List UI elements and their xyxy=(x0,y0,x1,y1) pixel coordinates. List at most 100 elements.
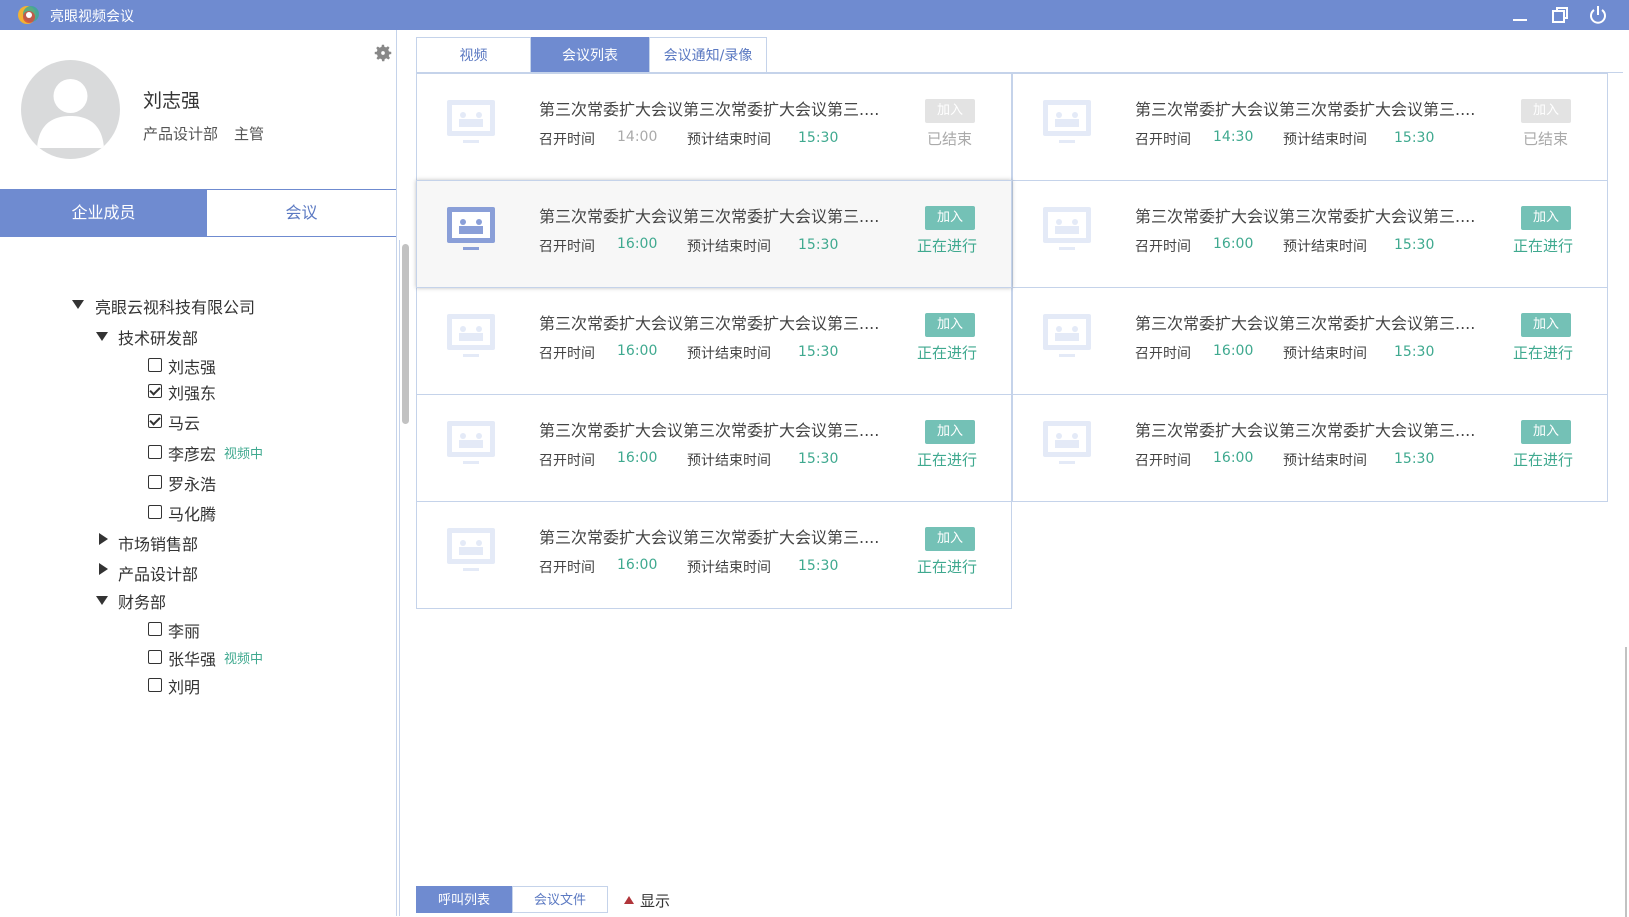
tree-member[interactable]: 李丽 xyxy=(168,618,200,642)
member-checkbox[interactable] xyxy=(148,622,162,636)
end-time-label: 预计结束时间 xyxy=(1283,132,1367,148)
expand-arrow-icon[interactable] xyxy=(99,563,108,575)
end-time: 15:30 xyxy=(1394,451,1435,467)
tree-dept[interactable]: 财务部 xyxy=(118,589,166,613)
start-time: 16:00 xyxy=(617,557,658,573)
app-title: 亮眼视频会议 xyxy=(50,9,134,25)
meeting-title: 第三次常委扩大会议第三次常委扩大会议第三.... xyxy=(539,207,880,226)
member-checkbox[interactable] xyxy=(148,678,162,692)
end-time-label: 预计结束时间 xyxy=(1283,239,1367,255)
member-checkbox[interactable] xyxy=(148,384,162,398)
tree-member[interactable]: 刘志强 xyxy=(168,354,216,378)
join-button[interactable]: 加入 xyxy=(1521,420,1571,444)
tree-member[interactable]: 张华强 xyxy=(168,646,216,670)
start-time: 14:30 xyxy=(1213,129,1254,145)
user-avatar-icon[interactable] xyxy=(21,60,120,159)
meeting-status: 已结束 xyxy=(927,130,973,148)
meeting-title: 第三次常委扩大会议第三次常委扩大会议第三.... xyxy=(1135,207,1476,226)
tab-call-list[interactable]: 呼叫列表 xyxy=(416,886,512,913)
tree-company[interactable]: 亮眼云视科技有限公司 xyxy=(95,294,255,318)
org-tree: 亮眼云视科技有限公司 技术研发部 刘志强 刘强东 马云 李彦宏 视频中 罗永浩 … xyxy=(0,237,397,916)
tab-meetings[interactable]: 会议 xyxy=(207,190,396,236)
tree-member[interactable]: 刘明 xyxy=(168,674,200,698)
join-button[interactable]: 加入 xyxy=(925,420,975,444)
tree-member[interactable]: 李彦宏 xyxy=(168,441,216,465)
join-button[interactable]: 加入 xyxy=(925,527,975,551)
join-button[interactable]: 加入 xyxy=(925,206,975,230)
scrollbar-thumb[interactable] xyxy=(1625,647,1627,917)
end-time: 15:30 xyxy=(798,558,839,574)
member-checkbox[interactable] xyxy=(148,650,162,664)
start-time-label: 召开时间 xyxy=(539,239,595,255)
tree-scrollbar[interactable] xyxy=(399,240,411,916)
end-time-label: 预计结束时间 xyxy=(687,239,771,255)
tab-meeting-list[interactable]: 会议列表 xyxy=(531,37,649,73)
join-button[interactable]: 加入 xyxy=(1521,206,1571,230)
expand-arrow-icon[interactable] xyxy=(99,533,108,545)
start-time-label: 召开时间 xyxy=(1135,239,1191,255)
tree-dept[interactable]: 产品设计部 xyxy=(118,561,198,585)
meeting-title: 第三次常委扩大会议第三次常委扩大会议第三.... xyxy=(539,314,880,333)
meeting-card[interactable]: 第三次常委扩大会议第三次常委扩大会议第三.... 召开时间 14:30 预计结束… xyxy=(1012,73,1608,181)
restore-icon[interactable] xyxy=(1550,5,1570,25)
meeting-title: 第三次常委扩大会议第三次常委扩大会议第三.... xyxy=(1135,421,1476,440)
meeting-card[interactable]: 第三次常委扩大会议第三次常委扩大会议第三.... 召开时间 16:00 预计结束… xyxy=(416,501,1012,609)
meeting-status: 已结束 xyxy=(1523,130,1569,148)
tree-member[interactable]: 罗永浩 xyxy=(168,471,216,495)
join-button[interactable]: 加入 xyxy=(925,99,975,123)
member-checkbox[interactable] xyxy=(148,414,162,428)
member-checkbox[interactable] xyxy=(148,475,162,489)
in-video-badge: 视频中 xyxy=(224,652,264,667)
triangle-up-icon xyxy=(624,896,634,904)
tree-dept[interactable]: 技术研发部 xyxy=(118,325,198,349)
tree-member[interactable]: 马化腾 xyxy=(168,501,216,525)
meeting-card[interactable]: 第三次常委扩大会议第三次常委扩大会议第三.... 召开时间 16:00 预计结束… xyxy=(1012,180,1608,288)
meeting-card[interactable]: 第三次常委扩大会议第三次常委扩大会议第三.... 召开时间 14:00 预计结束… xyxy=(416,73,1012,181)
tree-member[interactable]: 马云 xyxy=(168,410,200,434)
meeting-title: 第三次常委扩大会议第三次常委扩大会议第三.... xyxy=(1135,100,1476,119)
show-toggle-label: 显示 xyxy=(640,892,671,910)
tree-dept[interactable]: 市场销售部 xyxy=(118,531,198,555)
collapse-arrow-icon[interactable] xyxy=(96,596,108,605)
join-button[interactable]: 加入 xyxy=(1521,99,1571,123)
member-checkbox[interactable] xyxy=(148,505,162,519)
monitor-meeting-icon xyxy=(1043,314,1091,357)
gear-icon[interactable] xyxy=(372,42,394,64)
meeting-card[interactable]: 第三次常委扩大会议第三次常委扩大会议第三.... 召开时间 16:00 预计结束… xyxy=(416,287,1012,395)
meeting-status: 正在进行 xyxy=(1513,451,1574,469)
meeting-list-scrollbar[interactable] xyxy=(1623,73,1629,917)
collapse-arrow-icon[interactable] xyxy=(72,300,84,309)
monitor-meeting-icon xyxy=(447,207,495,250)
tab-video[interactable]: 视频 xyxy=(416,37,531,73)
end-time-label: 预计结束时间 xyxy=(687,132,771,148)
member-checkbox[interactable] xyxy=(148,358,162,372)
join-button[interactable]: 加入 xyxy=(925,313,975,337)
monitor-meeting-icon xyxy=(1043,100,1091,143)
start-time-label: 召开时间 xyxy=(539,560,595,576)
monitor-meeting-icon xyxy=(447,528,495,571)
join-button[interactable]: 加入 xyxy=(1521,313,1571,337)
end-time: 15:30 xyxy=(1394,237,1435,253)
user-role: 主管 xyxy=(234,125,265,143)
meeting-card[interactable]: 第三次常委扩大会议第三次常委扩大会议第三.... 召开时间 16:00 预计结束… xyxy=(416,180,1012,288)
collapse-arrow-icon[interactable] xyxy=(96,332,108,341)
start-time-label: 召开时间 xyxy=(539,346,595,362)
end-time: 15:30 xyxy=(798,344,839,360)
scrollbar-thumb[interactable] xyxy=(402,244,409,424)
power-icon[interactable] xyxy=(1588,5,1608,25)
meeting-card[interactable]: 第三次常委扩大会议第三次常委扩大会议第三.... 召开时间 16:00 预计结束… xyxy=(416,394,1012,502)
start-time: 16:00 xyxy=(1213,236,1254,252)
tab-meeting-files[interactable]: 会议文件 xyxy=(512,886,608,913)
meeting-card[interactable]: 第三次常委扩大会议第三次常委扩大会议第三.... 召开时间 16:00 预计结束… xyxy=(1012,394,1608,502)
monitor-meeting-icon xyxy=(447,100,495,143)
tab-members[interactable]: 企业成员 xyxy=(0,190,207,236)
member-checkbox[interactable] xyxy=(148,445,162,459)
in-video-badge: 视频中 xyxy=(224,447,264,462)
minimize-icon[interactable] xyxy=(1510,5,1530,25)
meeting-card[interactable]: 第三次常委扩大会议第三次常委扩大会议第三.... 召开时间 16:00 预计结束… xyxy=(1012,287,1608,395)
meeting-status: 正在进行 xyxy=(917,237,978,255)
show-toggle[interactable]: 显示 xyxy=(624,890,670,911)
tab-meeting-notice-recording[interactable]: 会议通知/录像 xyxy=(649,37,767,73)
user-department: 产品设计部 xyxy=(143,125,219,143)
tree-member[interactable]: 刘强东 xyxy=(168,380,216,404)
